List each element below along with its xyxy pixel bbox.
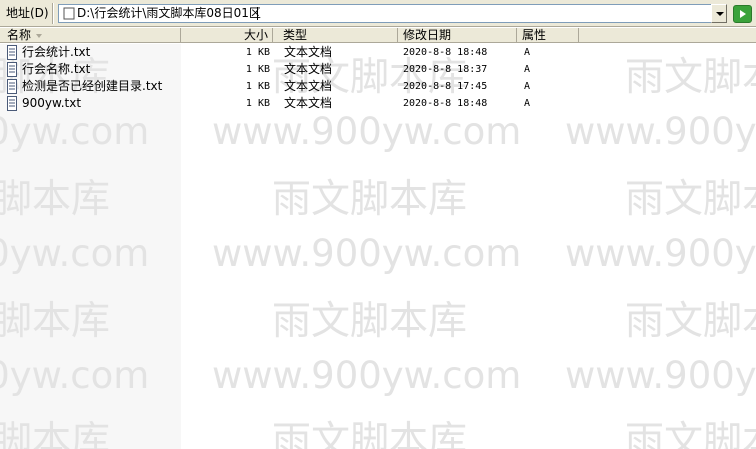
watermark-text: www.900yw.com bbox=[0, 110, 150, 153]
file-name: 行会名称.txt bbox=[22, 62, 91, 76]
file-modified: 2020-8-8 18:37 bbox=[403, 64, 488, 75]
watermark-text: 雨文脚本库 bbox=[625, 177, 756, 222]
address-label: 地址(D) bbox=[6, 6, 49, 20]
text-file-icon bbox=[7, 79, 17, 94]
watermark-text: 雨文脚本库 bbox=[0, 177, 111, 222]
column-header-name-label: 名称 bbox=[7, 28, 32, 42]
watermark-text: www.900yw.com bbox=[565, 354, 756, 397]
watermark-text: www.900yw.com bbox=[0, 232, 150, 275]
toolbar-separator bbox=[52, 3, 54, 24]
column-header-type[interactable]: 类型 bbox=[273, 28, 398, 43]
watermark-text: www.900yw.com bbox=[212, 354, 522, 397]
go-arrow-icon bbox=[740, 10, 746, 18]
watermark-text: www.900yw.com bbox=[565, 110, 756, 153]
file-name: 检测是否已经创建目录.txt bbox=[22, 79, 163, 93]
watermark-text: 雨文脚本库 bbox=[625, 419, 756, 449]
file-size: 1 KB bbox=[245, 64, 270, 75]
address-bar: 地址(D) D:\行会统计\雨文脚本库08日01区 bbox=[0, 0, 756, 27]
file-size: 1 KB bbox=[245, 98, 270, 109]
column-header-name[interactable]: 名称 bbox=[0, 28, 181, 43]
file-attributes: A bbox=[524, 47, 531, 58]
file-row[interactable]: 行会统计.txt 1 KB 文本文档 2020-8-8 18:48 A bbox=[0, 44, 580, 61]
file-size: 1 KB bbox=[245, 81, 270, 92]
file-name: 900yw.txt bbox=[22, 96, 82, 110]
file-list[interactable]: www.900yw.com www.900yw.com 雨文脚本库 雨文脚本库 … bbox=[0, 44, 756, 449]
text-file-icon bbox=[7, 45, 17, 60]
file-modified: 2020-8-8 18:48 bbox=[403, 98, 488, 109]
text-file-icon bbox=[7, 62, 17, 77]
go-button[interactable] bbox=[733, 5, 752, 23]
watermark-text: 雨文脚本库 bbox=[0, 419, 111, 449]
address-path: D:\行会统计\雨文脚本库08日01区 bbox=[77, 6, 261, 20]
address-input[interactable]: D:\行会统计\雨文脚本库08日01区 bbox=[58, 4, 726, 23]
watermark-text: 雨文脚本库 bbox=[272, 299, 468, 344]
watermark-text: www.900yw.com bbox=[212, 110, 522, 153]
column-header-modified[interactable]: 修改日期 bbox=[398, 28, 517, 43]
sort-down-icon bbox=[36, 33, 43, 38]
watermark-text: www.900yw.com bbox=[0, 354, 150, 397]
file-attributes: A bbox=[524, 64, 531, 75]
file-row[interactable]: 900yw.txt 1 KB 文本文档 2020-8-8 18:48 A bbox=[0, 95, 580, 112]
file-attributes: A bbox=[524, 98, 531, 109]
watermark-text: 雨文脚本库 bbox=[272, 177, 468, 222]
address-dropdown-button[interactable] bbox=[711, 4, 727, 23]
chevron-down-icon bbox=[716, 12, 724, 16]
watermark-text: 雨文脚本库 bbox=[625, 299, 756, 344]
file-type: 文本文档 bbox=[284, 45, 333, 59]
file-modified: 2020-8-8 18:48 bbox=[403, 47, 488, 58]
watermark-text: www.900yw.com bbox=[212, 232, 522, 275]
watermark-text: 雨文脚本库 bbox=[272, 419, 468, 449]
file-row[interactable]: 行会名称.txt 1 KB 文本文档 2020-8-8 18:37 A bbox=[0, 61, 580, 78]
file-size: 1 KB bbox=[245, 47, 270, 58]
folder-icon bbox=[63, 7, 75, 20]
watermark-text: www.900yw.com bbox=[565, 232, 756, 275]
column-header-attributes[interactable]: 属性 bbox=[517, 28, 579, 43]
file-name: 行会统计.txt bbox=[22, 45, 91, 59]
file-type: 文本文档 bbox=[284, 96, 333, 110]
file-attributes: A bbox=[524, 81, 531, 92]
file-modified: 2020-8-8 17:45 bbox=[403, 81, 488, 92]
column-header-size[interactable]: 大小 bbox=[181, 28, 273, 43]
watermark-text: 雨文脚本库 bbox=[625, 55, 756, 100]
file-type: 文本文档 bbox=[284, 79, 333, 93]
text-caret bbox=[257, 7, 258, 20]
file-type: 文本文档 bbox=[284, 62, 333, 76]
text-file-icon bbox=[7, 96, 17, 111]
file-row[interactable]: 检测是否已经创建目录.txt 1 KB 文本文档 2020-8-8 17:45 … bbox=[0, 78, 580, 95]
watermark-text: 雨文脚本库 bbox=[0, 299, 111, 344]
column-headers: 名称 大小 类型 修改日期 属性 bbox=[0, 28, 756, 43]
